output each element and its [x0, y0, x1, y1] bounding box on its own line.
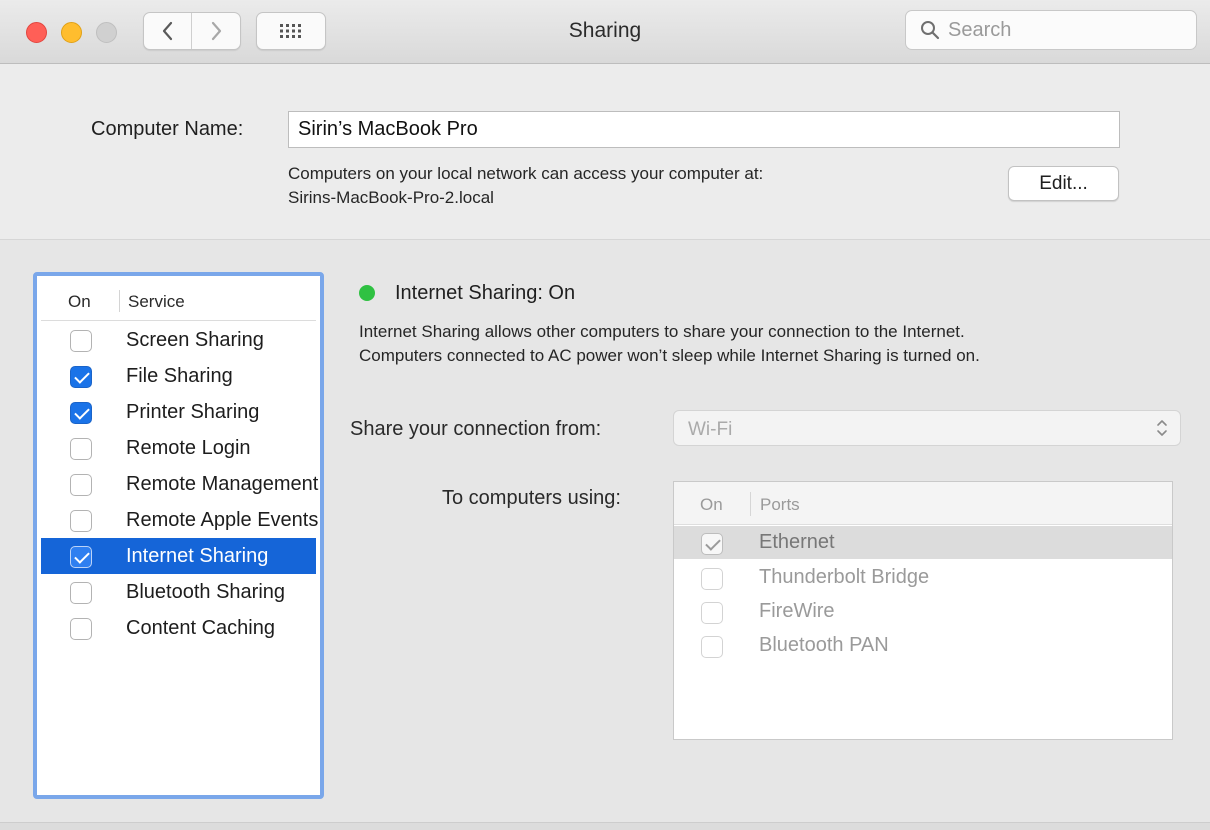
- service-list-scroll: On Service Screen Sharing File Sharing P…: [37, 276, 320, 795]
- service-row-file-sharing[interactable]: File Sharing: [41, 358, 316, 394]
- column-header-service[interactable]: Service: [128, 292, 185, 312]
- service-checkbox[interactable]: [70, 330, 92, 352]
- forward-button[interactable]: [192, 13, 240, 49]
- computer-name-field[interactable]: [288, 111, 1120, 148]
- service-checkbox[interactable]: [70, 366, 92, 388]
- column-divider: [119, 290, 120, 312]
- search-field[interactable]: [905, 10, 1197, 50]
- search-icon: [921, 21, 940, 40]
- close-window-button[interactable]: [26, 22, 47, 43]
- service-checkbox[interactable]: [70, 474, 92, 496]
- network-info-text: Computers on your local network can acce…: [288, 164, 764, 183]
- service-label: Remote Apple Events: [126, 509, 319, 531]
- service-checkbox[interactable]: [70, 618, 92, 640]
- column-header-on[interactable]: On: [68, 292, 91, 312]
- service-label: Printer Sharing: [126, 401, 260, 423]
- service-row-remote-login[interactable]: Remote Login: [41, 430, 316, 466]
- service-list[interactable]: On Service Screen Sharing File Sharing P…: [33, 272, 324, 799]
- service-row-remote-management[interactable]: Remote Management: [41, 466, 319, 502]
- computer-name-label: Computer Name:: [91, 118, 244, 140]
- service-label: Bluetooth Sharing: [126, 581, 286, 603]
- port-checkbox[interactable]: [701, 533, 723, 555]
- service-list-header: On Service: [41, 280, 316, 321]
- service-status: Internet Sharing: On: [395, 282, 576, 304]
- network-address-info: Computers on your local network can acce…: [288, 162, 763, 210]
- computer-name-section: [0, 65, 1210, 240]
- service-label: Internet Sharing: [126, 545, 269, 567]
- service-label: Screen Sharing: [126, 329, 264, 351]
- port-checkbox[interactable]: [701, 602, 723, 624]
- ports-list-header: On Ports: [674, 482, 1172, 525]
- service-label: File Sharing: [126, 365, 233, 387]
- chevron-up-down-icon: [1157, 420, 1167, 436]
- column-header-ports: Ports: [760, 495, 800, 514]
- service-row-bluetooth-sharing[interactable]: Bluetooth Sharing: [41, 574, 316, 610]
- service-label: Remote Management: [126, 473, 319, 495]
- window-bottom-bar: [0, 822, 1210, 830]
- port-label: Ethernet: [759, 531, 835, 553]
- chevron-right-icon: [211, 21, 222, 41]
- chevron-left-icon: [162, 21, 172, 41]
- search-input[interactable]: [948, 18, 1188, 42]
- description-line: Computers connected to AC power won’t sl…: [359, 346, 980, 365]
- service-checkbox[interactable]: [70, 402, 92, 424]
- to-computers-label: To computers using:: [442, 487, 621, 509]
- service-label: Content Caching: [126, 617, 275, 639]
- port-row-thunderbolt-bridge[interactable]: Thunderbolt Bridge: [674, 561, 1172, 594]
- grid-icon: [280, 24, 301, 38]
- service-label: Remote Login: [126, 437, 251, 459]
- service-checkbox[interactable]: [70, 582, 92, 604]
- service-checkbox[interactable]: [70, 510, 92, 532]
- ports-list[interactable]: On Ports Ethernet Thunderbolt Bridge Fir…: [673, 481, 1173, 740]
- zoom-window-button: [96, 22, 117, 43]
- port-checkbox[interactable]: [701, 568, 723, 590]
- column-divider: [750, 492, 751, 516]
- service-row-printer-sharing[interactable]: Printer Sharing: [41, 394, 316, 430]
- share-from-popup[interactable]: Wi-Fi: [673, 410, 1181, 446]
- port-label: FireWire: [759, 600, 835, 622]
- column-header-on: On: [700, 495, 723, 514]
- port-row-bluetooth-pan[interactable]: Bluetooth PAN: [674, 629, 1172, 662]
- minimize-window-button[interactable]: [61, 22, 82, 43]
- edit-button[interactable]: Edit...: [1008, 166, 1119, 201]
- network-hostname: Sirins-MacBook-Pro-2.local: [288, 188, 494, 207]
- port-row-firewire[interactable]: FireWire: [674, 595, 1172, 628]
- port-row-ethernet[interactable]: Ethernet: [674, 526, 1172, 559]
- status-indicator-dot: [359, 285, 375, 301]
- share-from-value: Wi-Fi: [688, 419, 733, 440]
- back-button[interactable]: [144, 13, 192, 49]
- service-row-screen-sharing[interactable]: Screen Sharing: [41, 322, 316, 358]
- port-label: Thunderbolt Bridge: [759, 566, 930, 588]
- share-from-label: Share your connection from:: [350, 418, 602, 440]
- back-forward-control: [143, 12, 241, 50]
- port-checkbox[interactable]: [701, 636, 723, 658]
- service-checkbox[interactable]: [70, 438, 92, 460]
- service-row-internet-sharing[interactable]: Internet Sharing: [41, 538, 316, 574]
- service-checkbox[interactable]: [70, 546, 92, 568]
- title-bar: Sharing: [0, 0, 1210, 64]
- service-description: Internet Sharing allows other computers …: [359, 320, 980, 368]
- description-line: Internet Sharing allows other computers …: [359, 322, 965, 341]
- service-row-remote-apple-events[interactable]: Remote Apple Events: [41, 502, 319, 538]
- show-all-button[interactable]: [256, 12, 326, 50]
- service-row-content-caching[interactable]: Content Caching: [41, 610, 316, 646]
- port-label: Bluetooth PAN: [759, 634, 889, 656]
